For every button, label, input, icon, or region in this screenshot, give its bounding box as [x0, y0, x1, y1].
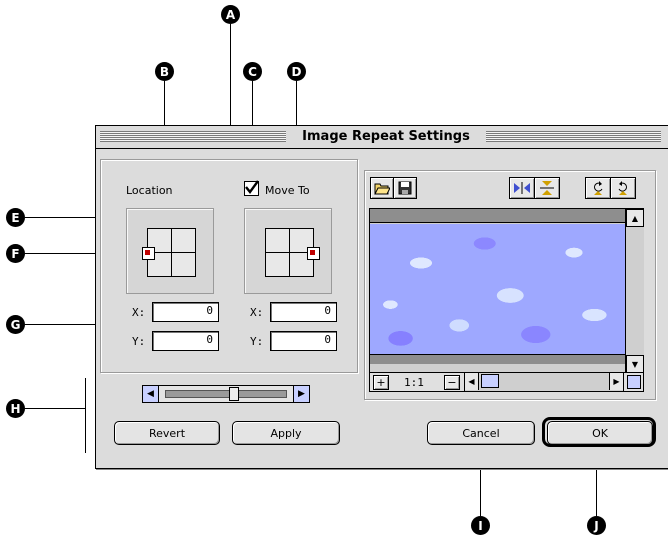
location-y-label: Y: — [132, 335, 146, 348]
zoom-out-button[interactable]: − — [444, 375, 460, 390]
horizontal-scrollbar[interactable]: ◀ ▶ — [464, 373, 624, 391]
cancel-button[interactable]: Cancel — [427, 421, 535, 445]
move-to-grid-box — [244, 208, 332, 294]
callout-h: H — [6, 399, 25, 418]
floppy-disk-icon — [398, 181, 412, 195]
apply-button[interactable]: Apply — [232, 421, 340, 445]
rotate-right-icon — [618, 181, 627, 195]
callout-j: J — [587, 516, 606, 535]
vertical-scrollbar[interactable]: ▲ ▼ — [625, 209, 644, 373]
checkmark-icon — [245, 180, 259, 194]
scroll-down-arrow-icon[interactable]: ▼ — [626, 355, 644, 373]
slider-groove — [165, 390, 287, 398]
rotate-right-button[interactable] — [610, 177, 636, 199]
location-label: Location — [126, 184, 173, 197]
flip-vertical-icon — [540, 181, 554, 195]
preview-footer-bar — [370, 354, 625, 364]
move-to-x-field[interactable]: 0 — [270, 302, 337, 322]
slider-right-arrow-icon[interactable]: ▶ — [293, 386, 309, 402]
window-title: Image Repeat Settings — [286, 129, 486, 144]
callout-f: F — [6, 244, 25, 263]
folder-open-icon — [374, 183, 390, 194]
rotate-left-button[interactable] — [585, 177, 611, 199]
flip-vertical-button[interactable] — [534, 177, 560, 199]
image-repeat-settings-dialog: Image Repeat Settings Location Move To X… — [95, 125, 668, 469]
callout-b: B — [155, 62, 174, 81]
horizontal-scroll-thumb[interactable] — [481, 374, 499, 388]
preview-frame: ▲ ▼ + 1:1 − ◀ ▶ — [369, 208, 644, 392]
title-stripes-right — [486, 131, 661, 142]
flip-horizontal-button[interactable] — [509, 177, 535, 199]
callout-i: I — [471, 516, 490, 535]
slider-left-arrow-icon[interactable]: ◀ — [143, 386, 159, 402]
callout-e: E — [6, 208, 25, 227]
rotate-left-icon — [594, 181, 603, 195]
move-to-checkbox[interactable] — [244, 180, 259, 196]
preview-controls-bar: + 1:1 − ◀ ▶ — [370, 372, 643, 391]
title-bar[interactable]: Image Repeat Settings — [96, 126, 668, 149]
move-to-y-field[interactable]: 0 — [270, 331, 337, 351]
scroll-right-arrow-icon[interactable]: ▶ — [609, 373, 623, 390]
revert-button[interactable]: Revert — [114, 421, 220, 445]
open-button[interactable] — [370, 177, 394, 199]
move-to-x-label: X: — [250, 306, 264, 319]
location-x-field[interactable]: 0 — [152, 302, 219, 322]
move-to-y-label: Y: — [250, 335, 264, 348]
slider-track[interactable]: ◀ ▶ — [142, 385, 310, 403]
zoom-in-button[interactable]: + — [373, 375, 389, 390]
leader-h-v — [85, 378, 86, 453]
scroll-up-arrow-icon[interactable]: ▲ — [626, 209, 644, 227]
callout-d: D — [287, 62, 306, 81]
ok-button[interactable]: OK — [547, 421, 653, 445]
size-box-icon[interactable] — [627, 375, 641, 389]
image-preview — [370, 224, 625, 354]
callout-a: A — [221, 5, 240, 24]
move-to-anchor-point[interactable] — [307, 247, 320, 260]
leader-h-h — [25, 408, 85, 409]
move-to-label: Move To — [265, 184, 310, 197]
save-button[interactable] — [393, 177, 417, 199]
preview-header-bar — [370, 209, 625, 223]
slider-thumb[interactable] — [229, 387, 239, 401]
zoom-level: 1:1 — [404, 376, 424, 389]
location-grid-box — [126, 208, 214, 294]
title-stripes-left — [100, 131, 286, 142]
scroll-left-arrow-icon[interactable]: ◀ — [465, 373, 479, 390]
location-y-field[interactable]: 0 — [152, 331, 219, 351]
flip-horizontal-icon — [514, 182, 530, 194]
callout-g: G — [6, 315, 25, 334]
location-anchor-point[interactable] — [142, 247, 155, 260]
location-x-label: X: — [132, 306, 146, 319]
callout-c: C — [243, 62, 262, 81]
